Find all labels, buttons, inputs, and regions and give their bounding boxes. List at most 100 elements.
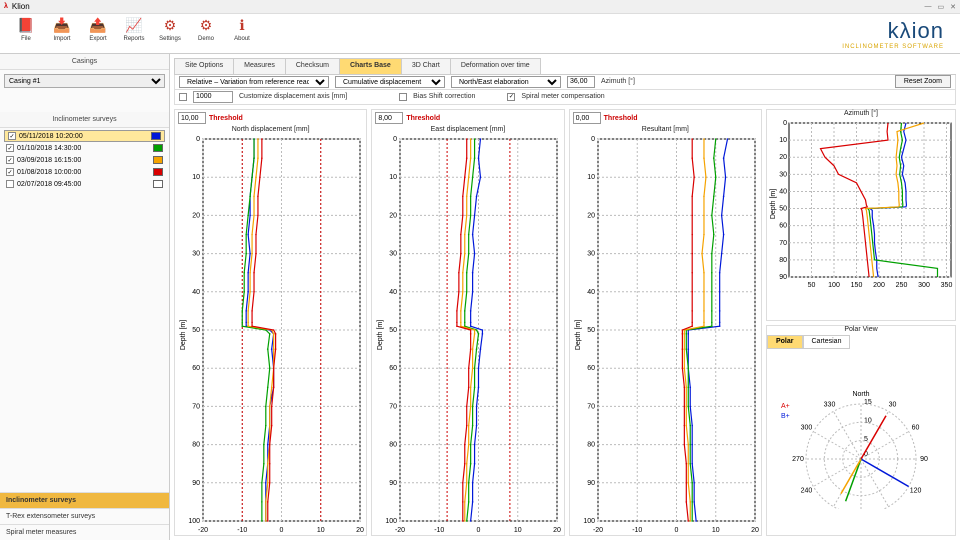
polar-title: Polar View bbox=[767, 326, 955, 335]
survey-item[interactable]: ✓ 01/08/2018 10:00:00 bbox=[4, 166, 165, 178]
svg-text:30: 30 bbox=[779, 171, 787, 178]
survey-swatch bbox=[153, 180, 163, 188]
custom-axis-check[interactable] bbox=[179, 93, 187, 101]
casing-select[interactable]: Casing #1 bbox=[4, 74, 165, 88]
tab-measures[interactable]: Measures bbox=[233, 58, 286, 74]
left-panel: Casings Casing #1 Inclinometer surveys ✓… bbox=[0, 54, 170, 540]
svg-text:A+: A+ bbox=[781, 403, 790, 410]
chart-title: East displacement [mm] bbox=[372, 126, 563, 135]
svg-text:50: 50 bbox=[779, 206, 787, 213]
toolbar: 📕 File 📥 Import 📤 Export 📈 Reports ⚙ Set… bbox=[0, 14, 960, 54]
nav-item[interactable]: Spiral meter measures bbox=[0, 524, 169, 540]
svg-text:0: 0 bbox=[477, 527, 481, 534]
azimuth-input[interactable] bbox=[567, 76, 595, 88]
threshold-label: Threshold bbox=[209, 115, 243, 122]
file-icon: 📕 bbox=[16, 16, 36, 36]
survey-item[interactable]: ✓ 05/11/2018 10:20:00 bbox=[4, 130, 165, 142]
threshold-input[interactable] bbox=[573, 112, 601, 124]
svg-text:10: 10 bbox=[864, 417, 872, 424]
svg-text:40: 40 bbox=[587, 289, 595, 296]
survey-check[interactable]: ✓ bbox=[8, 132, 16, 140]
spiral-check[interactable]: ✓ bbox=[507, 93, 515, 101]
svg-text:80: 80 bbox=[192, 442, 200, 449]
nav-item[interactable]: T-Rex extensometer surveys bbox=[0, 508, 169, 524]
svg-text:60: 60 bbox=[192, 365, 200, 372]
toolbar-settings[interactable]: ⚙ Settings bbox=[152, 16, 188, 52]
chart-title: Resultant [mm] bbox=[570, 126, 761, 135]
tab-site-options[interactable]: Site Options bbox=[174, 58, 234, 74]
custom-axis-label: Customize displacement axis [mm] bbox=[239, 93, 347, 100]
elab-select[interactable]: North/East elaboration bbox=[451, 76, 561, 88]
bias-check[interactable] bbox=[399, 93, 407, 101]
svg-text:30: 30 bbox=[390, 251, 398, 258]
toolbar-import[interactable]: 📥 Import bbox=[44, 16, 80, 52]
svg-text:350: 350 bbox=[941, 282, 953, 289]
svg-text:20: 20 bbox=[192, 212, 200, 219]
threshold-input[interactable] bbox=[178, 112, 206, 124]
reset-zoom-button[interactable]: Reset Zoom bbox=[895, 75, 951, 88]
svg-text:Depth [m]: Depth [m] bbox=[770, 189, 777, 219]
threshold-input[interactable] bbox=[375, 112, 403, 124]
svg-text:10: 10 bbox=[779, 137, 787, 144]
survey-date: 05/11/2018 10:20:00 bbox=[19, 133, 83, 140]
casings-header: Casings bbox=[0, 54, 169, 70]
svg-text:90: 90 bbox=[390, 480, 398, 487]
svg-text:Depth [m]: Depth [m] bbox=[575, 320, 582, 350]
minimize-icon[interactable]: — bbox=[925, 3, 932, 11]
svg-text:0: 0 bbox=[196, 136, 200, 143]
svg-text:0: 0 bbox=[591, 136, 595, 143]
svg-text:20: 20 bbox=[587, 212, 595, 219]
reports-icon: 📈 bbox=[124, 16, 144, 36]
toolbar-export[interactable]: 📤 Export bbox=[80, 16, 116, 52]
svg-text:40: 40 bbox=[192, 289, 200, 296]
svg-text:30: 30 bbox=[889, 401, 897, 408]
chart-resultant: Threshold Resultant [mm] -20-10010200102… bbox=[569, 109, 762, 536]
svg-text:North: North bbox=[852, 391, 869, 398]
toolbar-reports[interactable]: 📈 Reports bbox=[116, 16, 152, 52]
polar-tab-cartesian[interactable]: Cartesian bbox=[803, 335, 851, 349]
maximize-icon[interactable]: ▭ bbox=[938, 3, 945, 11]
survey-item[interactable]: ✓ 03/09/2018 16:15:00 bbox=[4, 154, 165, 166]
svg-text:30: 30 bbox=[192, 251, 200, 258]
threshold-label: Threshold bbox=[406, 115, 440, 122]
spiral-label: Spiral meter compensation bbox=[521, 93, 604, 100]
svg-text:20: 20 bbox=[553, 527, 561, 534]
survey-item[interactable]: ✓ 01/10/2018 14:30:00 bbox=[4, 142, 165, 154]
close-icon[interactable]: ✕ bbox=[950, 3, 956, 11]
svg-text:20: 20 bbox=[356, 527, 364, 534]
survey-list: ✓ 05/11/2018 10:20:00 ✓ 01/10/2018 14:30… bbox=[4, 130, 165, 190]
tab-3d-chart[interactable]: 3D Chart bbox=[401, 58, 451, 74]
tab-deformation-over-time[interactable]: Deformation over time bbox=[450, 58, 541, 74]
svg-text:240: 240 bbox=[801, 487, 813, 494]
polar-tab-polar[interactable]: Polar bbox=[767, 335, 803, 349]
survey-check[interactable]: ✓ bbox=[6, 144, 14, 152]
toolbar-about[interactable]: ℹ About bbox=[224, 16, 260, 52]
survey-item[interactable]: 02/07/2018 09:45:00 bbox=[4, 178, 165, 190]
svg-text:150: 150 bbox=[851, 282, 863, 289]
svg-text:10: 10 bbox=[514, 527, 522, 534]
azimuth-title: Azimuth [°] bbox=[767, 110, 955, 119]
survey-check[interactable]: ✓ bbox=[6, 168, 14, 176]
nav-item[interactable]: Inclinometer surveys bbox=[0, 492, 169, 508]
mode-select[interactable]: Relative – Variation from reference read… bbox=[179, 76, 329, 88]
survey-check[interactable] bbox=[6, 180, 14, 188]
main-tabs: Site OptionsMeasuresChecksumCharts Base3… bbox=[174, 58, 956, 75]
survey-swatch bbox=[153, 168, 163, 176]
toolbar-file[interactable]: 📕 File bbox=[8, 16, 44, 52]
custom-axis-input[interactable] bbox=[193, 91, 233, 103]
disp-select[interactable]: Cumulative displacement bbox=[335, 76, 445, 88]
toolbar-demo[interactable]: ⚙ Demo bbox=[188, 16, 224, 52]
tab-checksum[interactable]: Checksum bbox=[285, 58, 340, 74]
chart-east: Threshold East displacement [mm] -20-100… bbox=[371, 109, 564, 536]
tab-charts-base[interactable]: Charts Base bbox=[339, 58, 402, 74]
survey-check[interactable]: ✓ bbox=[6, 156, 14, 164]
svg-text:60: 60 bbox=[587, 365, 595, 372]
svg-text:-10: -10 bbox=[237, 527, 247, 534]
svg-text:10: 10 bbox=[587, 174, 595, 181]
survey-date: 01/10/2018 14:30:00 bbox=[17, 145, 81, 152]
survey-swatch bbox=[151, 132, 161, 140]
bias-label: Bias Shift correction bbox=[413, 93, 475, 100]
svg-text:10: 10 bbox=[192, 174, 200, 181]
svg-text:10: 10 bbox=[390, 174, 398, 181]
svg-text:250: 250 bbox=[896, 282, 908, 289]
